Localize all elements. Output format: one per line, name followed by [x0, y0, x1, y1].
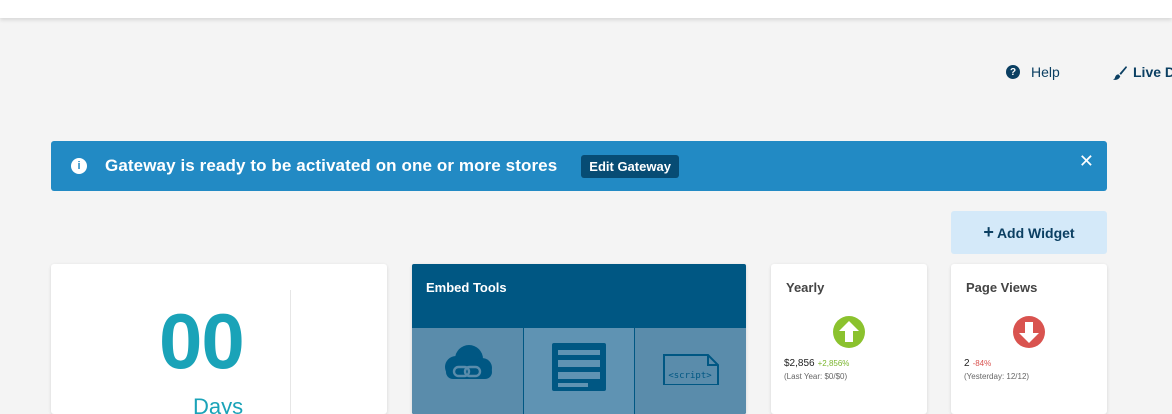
live-design-link[interactable]: Live D [1112, 62, 1172, 82]
yearly-widget: Yearly $2,856 +2,856% (Last Year: $0/$0) [771, 264, 927, 414]
page-views-title: Page Views [966, 280, 1038, 295]
cloud-link-icon [445, 345, 493, 379]
brush-icon [1112, 65, 1127, 80]
countdown-value: 00 [159, 297, 245, 385]
embed-tools-title: Embed Tools [426, 280, 507, 295]
edit-gateway-button[interactable]: Edit Gateway [581, 154, 679, 178]
embed-tile-script[interactable]: <script> [635, 328, 746, 414]
yearly-title: Yearly [786, 280, 825, 295]
add-widget-button[interactable]: + Add Widget [951, 211, 1107, 254]
yearly-value-line: $2,856 +2,856% [784, 358, 849, 369]
yearly-change: +2,856% [817, 359, 850, 368]
countdown-unit: Days [193, 394, 244, 414]
arrow-up-icon [833, 316, 865, 348]
close-icon[interactable]: ✕ [1079, 151, 1094, 172]
yearly-value: $2,856 [784, 358, 815, 369]
embed-tools-tiles: <script> [412, 328, 746, 414]
yearly-sub: (Last Year: $0/$0) [784, 372, 848, 381]
embed-tile-link[interactable] [412, 328, 524, 414]
help-icon: ? [1006, 65, 1020, 79]
live-design-label: Live D [1133, 64, 1172, 80]
page-views-sub: (Yesterday: 12/12) [964, 372, 1030, 381]
gateway-banner: i Gateway is ready to be activated on on… [51, 141, 1107, 191]
arrow-down-icon [1013, 316, 1045, 348]
help-link[interactable]: ? Help [1006, 62, 1060, 82]
countdown-widget: 00 Days [51, 264, 387, 414]
help-label: Help [1031, 64, 1060, 80]
page-views-widget: Page Views 2 -84% (Yesterday: 12/12) [951, 264, 1107, 414]
page-views-value: 2 [964, 358, 970, 369]
page-views-value-line: 2 -84% [964, 358, 991, 369]
add-widget-label: Add Widget [996, 224, 1075, 241]
info-icon: i [71, 158, 87, 174]
form-icon [552, 343, 606, 391]
banner-message: Gateway is ready to be activated on one … [105, 156, 558, 175]
plus-icon: + [983, 222, 994, 242]
countdown-divider [290, 290, 291, 414]
page-views-change: -84% [972, 359, 992, 368]
script-icon: <script> [662, 354, 719, 385]
embed-tile-form[interactable] [523, 328, 636, 414]
script-label: <script> [668, 371, 712, 381]
top-bar [0, 0, 1172, 18]
embed-tools-widget: Embed Tools <script> [412, 264, 746, 414]
